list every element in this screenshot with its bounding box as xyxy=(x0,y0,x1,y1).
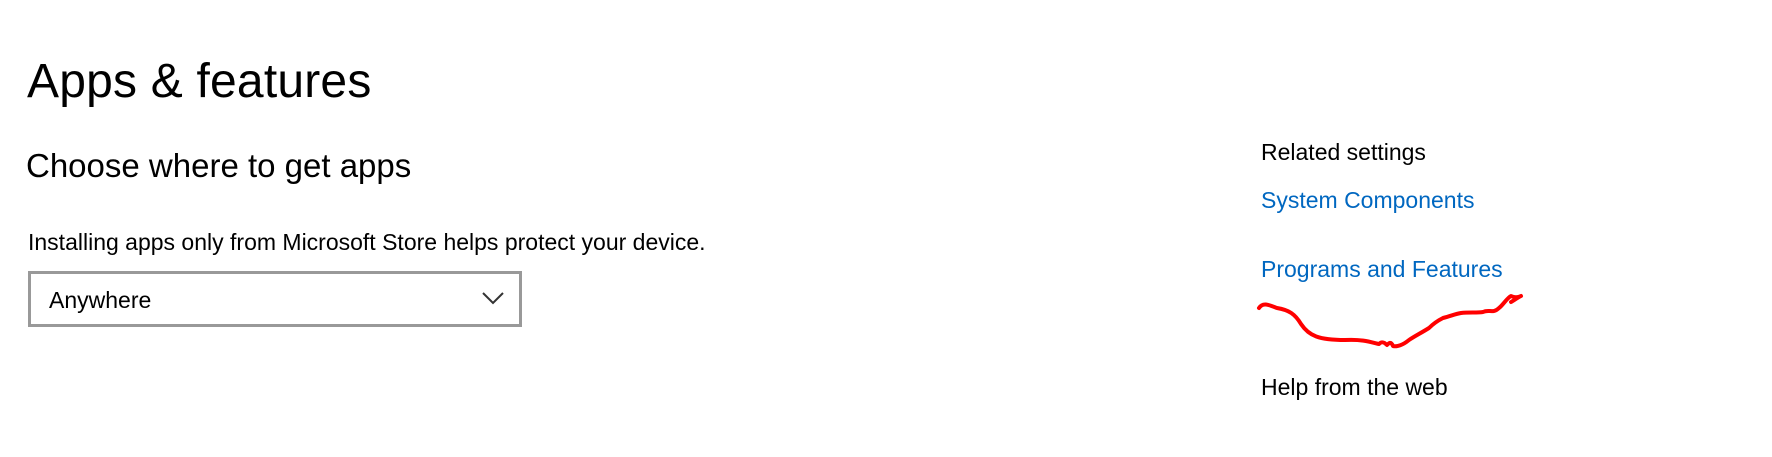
help-from-web-heading: Help from the web xyxy=(1261,374,1448,400)
related-settings-heading: Related settings xyxy=(1261,139,1426,165)
source-description: Installing apps only from Microsoft Stor… xyxy=(28,229,706,255)
page-title: Apps & features xyxy=(27,55,372,108)
programs-and-features-link[interactable]: Programs and Features xyxy=(1261,255,1503,283)
red-underline-annotation xyxy=(1257,294,1523,349)
app-source-dropdown[interactable]: Anywhere xyxy=(28,271,522,327)
chevron-down-icon xyxy=(482,292,504,305)
system-components-link[interactable]: System Components xyxy=(1261,186,1474,214)
dropdown-selected-value: Anywhere xyxy=(49,287,152,313)
section-title: Choose where to get apps xyxy=(26,147,412,184)
